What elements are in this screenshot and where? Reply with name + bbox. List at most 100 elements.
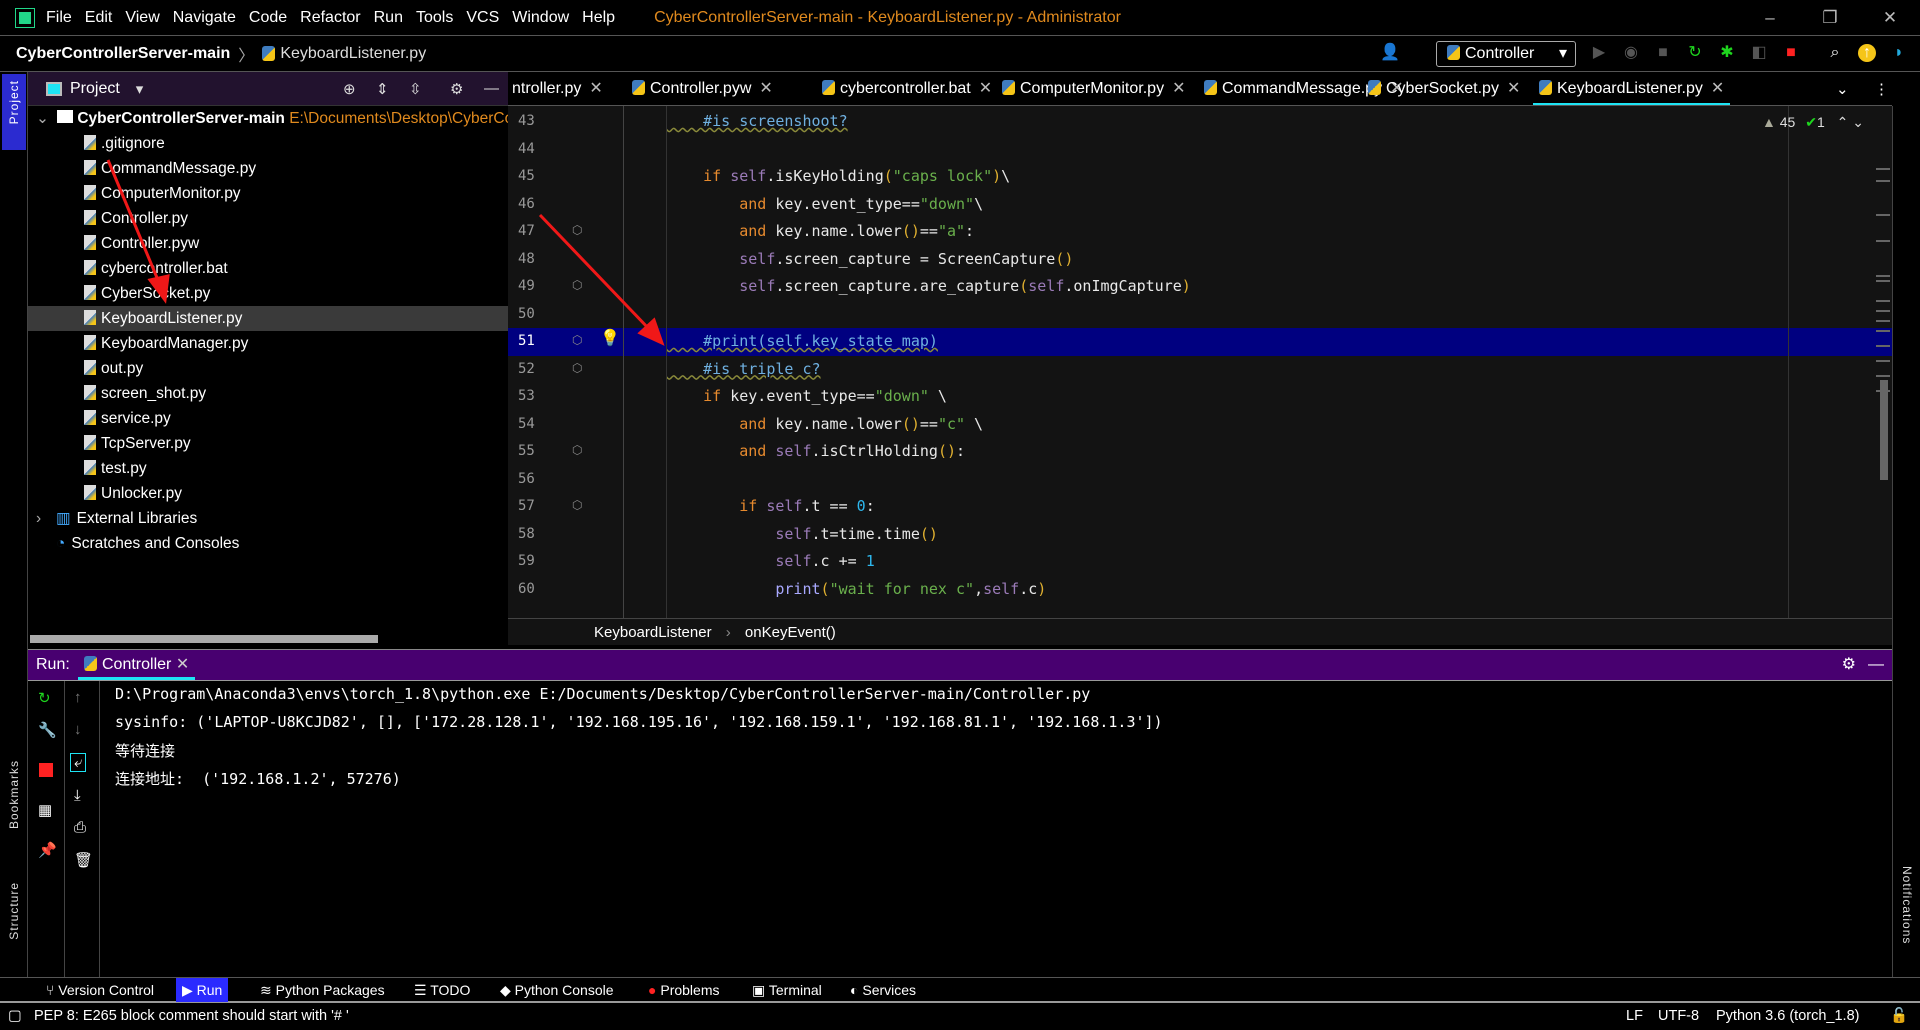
error-stripe-mark[interactable] bbox=[1876, 390, 1890, 392]
chevron-down-icon[interactable]: ⌄ bbox=[36, 110, 49, 127]
tool-run[interactable]: ▶ Run bbox=[176, 978, 229, 1002]
status-toggle-icon[interactable]: ▢ bbox=[8, 1003, 22, 1030]
tree-file-item[interactable]: out.py bbox=[28, 356, 508, 381]
code-editor[interactable]: #is screenshoot? if self.isKeyHolding("c… bbox=[508, 106, 1892, 618]
run-tab-controller[interactable]: Controller ✕ bbox=[78, 650, 196, 680]
layout-icon[interactable]: ▦ bbox=[38, 801, 52, 819]
bookmarks-tool-button[interactable]: Bookmarks bbox=[7, 760, 21, 829]
close-button[interactable]: ✕ bbox=[1860, 0, 1920, 36]
close-tab-icon[interactable]: ✕ bbox=[176, 656, 189, 673]
code-line[interactable]: if self.t == 0: bbox=[508, 493, 1892, 521]
tool-terminal[interactable]: ▣ Terminal bbox=[746, 978, 828, 1002]
error-stripe-mark[interactable] bbox=[1876, 168, 1890, 170]
code-line[interactable]: self.screen_capture.are_capture(self.onI… bbox=[508, 273, 1892, 301]
code-line[interactable] bbox=[508, 466, 1892, 494]
tree-file-item[interactable]: ComputerMonitor.py bbox=[28, 181, 508, 206]
breadcrumb-project[interactable]: CyberControllerServer-main bbox=[16, 45, 230, 63]
tool-services[interactable]: ◐ Services bbox=[844, 978, 922, 1002]
tree-file-item[interactable]: TcpServer.py bbox=[28, 431, 508, 456]
fold-icon[interactable]: ⬡ bbox=[572, 498, 582, 512]
editor-tab[interactable]: KeyboardListener.py ✕ bbox=[1533, 72, 1731, 105]
line-separator[interactable]: LF bbox=[1626, 1003, 1643, 1030]
search-icon[interactable]: ⌕ bbox=[1826, 44, 1844, 62]
python-interpreter[interactable]: Python 3.6 (torch_1.8) bbox=[1716, 1003, 1859, 1030]
close-tab-icon[interactable]: ✕ bbox=[979, 80, 992, 97]
update-icon[interactable]: ↑ bbox=[1858, 44, 1876, 62]
code-line[interactable]: #print(self.key_state_map) bbox=[508, 328, 1892, 356]
collapse-all-icon[interactable]: ⇳ bbox=[409, 80, 422, 98]
code-line[interactable]: print("wait for nex c",self.c) bbox=[508, 576, 1892, 604]
tool-python-console[interactable]: ◆ Python Console bbox=[494, 978, 620, 1002]
tree-file-item[interactable]: service.py bbox=[28, 406, 508, 431]
run-console[interactable]: ↻ 🔧 ▦ 📌 ↑ ↓ ⤶ ⤓ ⎙ 🗑 D:\Program\Anaconda3… bbox=[28, 681, 1892, 977]
breadcrumb-class[interactable]: KeyboardListener bbox=[594, 624, 712, 641]
structure-tool-button[interactable]: Structure bbox=[7, 882, 21, 940]
code-line[interactable]: and key.event_type=="down"\ bbox=[508, 191, 1892, 219]
scroll-to-end-icon[interactable]: ⤓ bbox=[74, 787, 81, 804]
close-tab-icon[interactable]: ✕ bbox=[1711, 80, 1724, 97]
code-line[interactable]: #is triple c? bbox=[508, 356, 1892, 384]
rerun-icon[interactable]: ↻ bbox=[1686, 44, 1704, 62]
editor-tab[interactable]: Controller.pyw ✕ bbox=[626, 72, 779, 105]
run-icon[interactable]: ▶ bbox=[1590, 44, 1608, 62]
menu-vcs[interactable]: VCS bbox=[466, 9, 499, 26]
breadcrumb-file[interactable]: KeyboardListener.py bbox=[280, 45, 426, 63]
error-stripe-mark[interactable] bbox=[1876, 320, 1890, 322]
trash-icon[interactable]: 🗑 bbox=[74, 851, 93, 869]
code-line[interactable]: self.screen_capture = ScreenCapture() bbox=[508, 246, 1892, 274]
expand-all-icon[interactable]: ⇕ bbox=[376, 80, 389, 98]
fold-icon[interactable]: ⬡ bbox=[572, 443, 582, 457]
tree-file-item[interactable]: Controller.pyw bbox=[28, 231, 508, 256]
menu-file[interactable]: File bbox=[46, 9, 72, 26]
fold-icon[interactable]: ⬡ bbox=[572, 223, 582, 237]
minimize-panel-icon[interactable]: — bbox=[1868, 650, 1884, 680]
menu-navigate[interactable]: Navigate bbox=[173, 9, 236, 26]
editor-scrollbar[interactable] bbox=[1880, 380, 1888, 480]
stop-icon[interactable]: ■ bbox=[1654, 44, 1672, 62]
menu-run[interactable]: Run bbox=[374, 9, 403, 26]
down-arrow-icon[interactable]: ↓ bbox=[74, 721, 82, 738]
debug-run-icon[interactable]: ◉ bbox=[1622, 44, 1640, 62]
project-tool-button[interactable]: Project bbox=[2, 74, 26, 150]
code-line[interactable]: and key.name.lower()=="c" \ bbox=[508, 411, 1892, 439]
menu-window[interactable]: Window bbox=[512, 9, 569, 26]
lock-icon[interactable]: 🔓 bbox=[1890, 1003, 1908, 1030]
tree-file-item[interactable]: screen_shot.py bbox=[28, 381, 508, 406]
error-stripe-mark[interactable] bbox=[1876, 330, 1890, 332]
restore-button[interactable]: ❐ bbox=[1800, 0, 1860, 36]
project-view-title[interactable]: Project bbox=[70, 80, 120, 98]
prev-highlight-icon[interactable]: ⌃ bbox=[1837, 114, 1849, 130]
run-config-select[interactable]: Controller ▾ bbox=[1436, 41, 1576, 67]
fold-icon[interactable]: ⬡ bbox=[572, 361, 582, 375]
menu-refactor[interactable]: Refactor bbox=[300, 9, 360, 26]
code-line[interactable]: if key.event_type=="down" \ bbox=[508, 383, 1892, 411]
gear-icon[interactable]: ⚙ bbox=[1842, 650, 1856, 680]
close-tab-icon[interactable]: ✕ bbox=[759, 80, 772, 97]
tree-file-item[interactable]: CommandMessage.py bbox=[28, 156, 508, 181]
minimize-panel-icon[interactable]: — bbox=[484, 80, 499, 97]
error-stripe-mark[interactable] bbox=[1876, 280, 1890, 282]
tree-file-item[interactable]: KeyboardListener.py bbox=[28, 306, 508, 331]
menu-tools[interactable]: Tools bbox=[416, 9, 453, 26]
code-line[interactable]: and self.isCtrlHolding(): bbox=[508, 438, 1892, 466]
chevron-right-icon[interactable]: › bbox=[36, 506, 56, 531]
up-arrow-icon[interactable]: ↑ bbox=[74, 689, 82, 706]
error-stripe-mark[interactable] bbox=[1876, 345, 1890, 347]
next-highlight-icon[interactable]: ⌄ bbox=[1852, 114, 1864, 130]
print-icon[interactable]: ⎙ bbox=[74, 819, 86, 836]
lightbulb-icon[interactable]: 💡 bbox=[600, 328, 620, 348]
tree-scratches[interactable]: ◔ Scratches and Consoles bbox=[28, 531, 508, 556]
menu-help[interactable]: Help bbox=[582, 9, 615, 26]
tree-external[interactable]: › ▥ External Libraries bbox=[28, 506, 508, 531]
tool-problems[interactable]: ● Problems bbox=[642, 978, 726, 1002]
tree-file-item[interactable]: cybercontroller.bat bbox=[28, 256, 508, 281]
horizontal-scrollbar[interactable] bbox=[30, 635, 378, 643]
fold-icon[interactable]: ⬡ bbox=[572, 278, 582, 292]
tree-file-item[interactable]: .gitignore bbox=[28, 131, 508, 156]
more-icon[interactable]: ⋮ bbox=[1874, 80, 1889, 98]
editor-tab[interactable]: ComputerMonitor.py ✕ bbox=[996, 72, 1191, 105]
code-line[interactable]: self.t=time.time() bbox=[508, 521, 1892, 549]
error-stripe-mark[interactable] bbox=[1876, 300, 1890, 302]
file-encoding[interactable]: UTF-8 bbox=[1658, 1003, 1699, 1030]
tree-root[interactable]: ⌄ CyberControllerServer-main E:\Document… bbox=[28, 106, 645, 131]
